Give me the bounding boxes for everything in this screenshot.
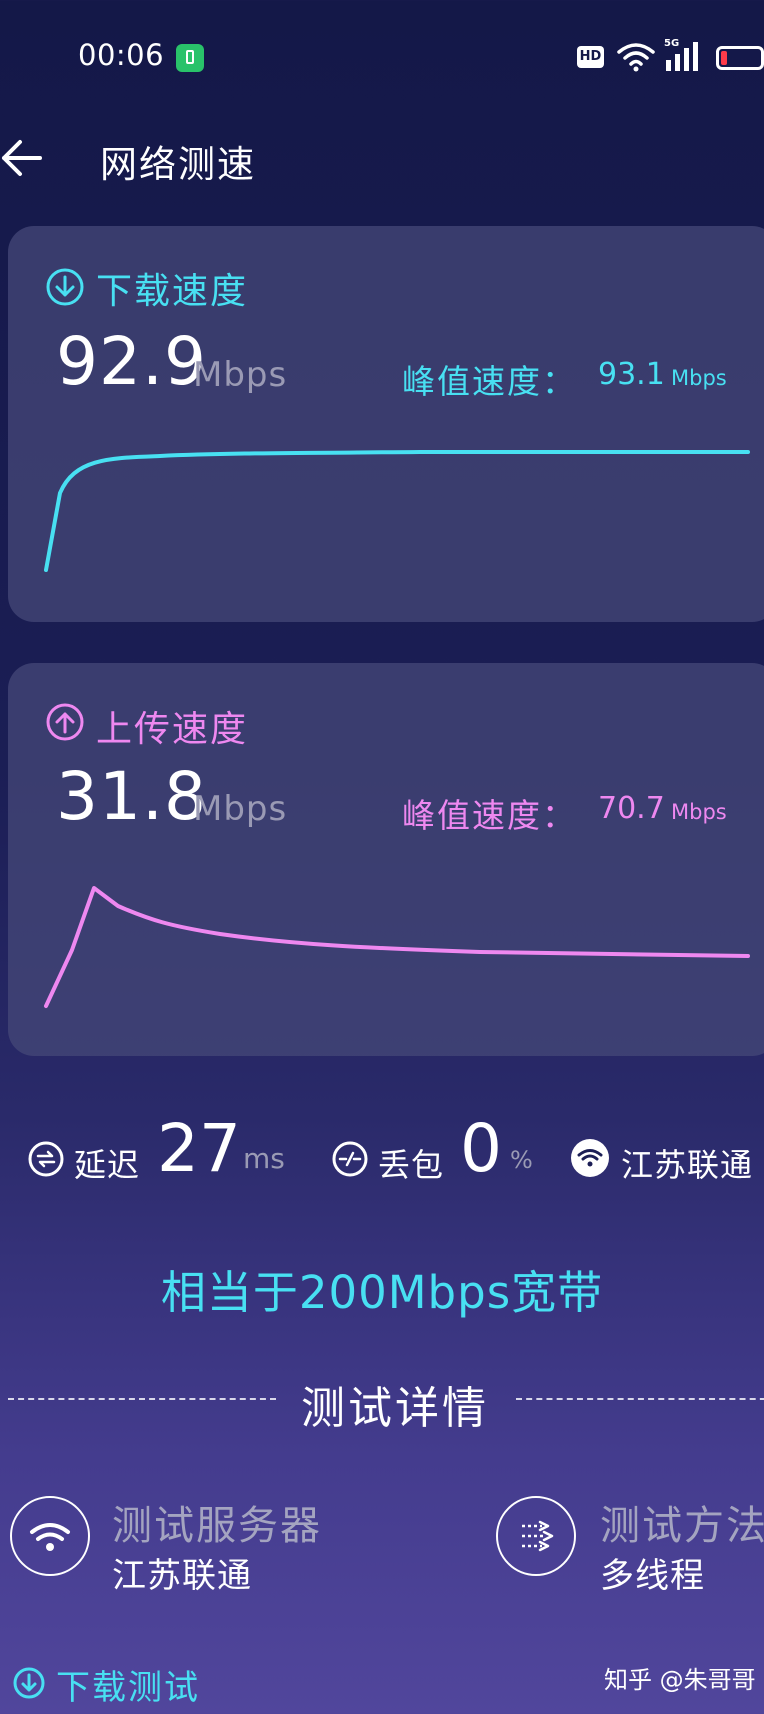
method-label: 测试方法 <box>600 1503 764 1549</box>
download-test-link[interactable]: 下载测试 <box>56 1660 200 1709</box>
latency-unit: ms <box>243 1142 285 1175</box>
wifi-server-icon <box>30 1523 70 1551</box>
latency-value: 27 <box>157 1110 241 1187</box>
packet-loss-icon <box>332 1141 368 1177</box>
method-value: 多线程 <box>600 1556 705 1596</box>
watermark: 知乎 @朱哥哥 <box>604 1666 756 1694</box>
latency-label: 延迟 <box>74 1146 141 1184</box>
server-value: 江苏联通 <box>112 1556 252 1596</box>
method-icon-circle <box>496 1496 576 1576</box>
download-test-icon <box>13 1667 45 1699</box>
server-icon-circle <box>10 1496 90 1576</box>
equivalent-bandwidth: 相当于200Mbps宽带 <box>160 1266 604 1319</box>
wifi-carrier-icon <box>571 1139 609 1177</box>
divider-right <box>516 1398 764 1400</box>
latency-icon <box>28 1141 64 1177</box>
carrier-name: 江苏联通 <box>621 1146 754 1184</box>
details-title: 测试详情 <box>301 1383 489 1434</box>
packet-loss-value: 0 <box>460 1110 502 1187</box>
multithread-icon <box>522 1520 554 1552</box>
packet-loss-unit: % <box>510 1146 533 1174</box>
server-label: 测试服务器 <box>112 1503 322 1549</box>
packet-loss-label: 丢包 <box>378 1146 445 1184</box>
upload-speed-graph <box>44 886 750 1008</box>
